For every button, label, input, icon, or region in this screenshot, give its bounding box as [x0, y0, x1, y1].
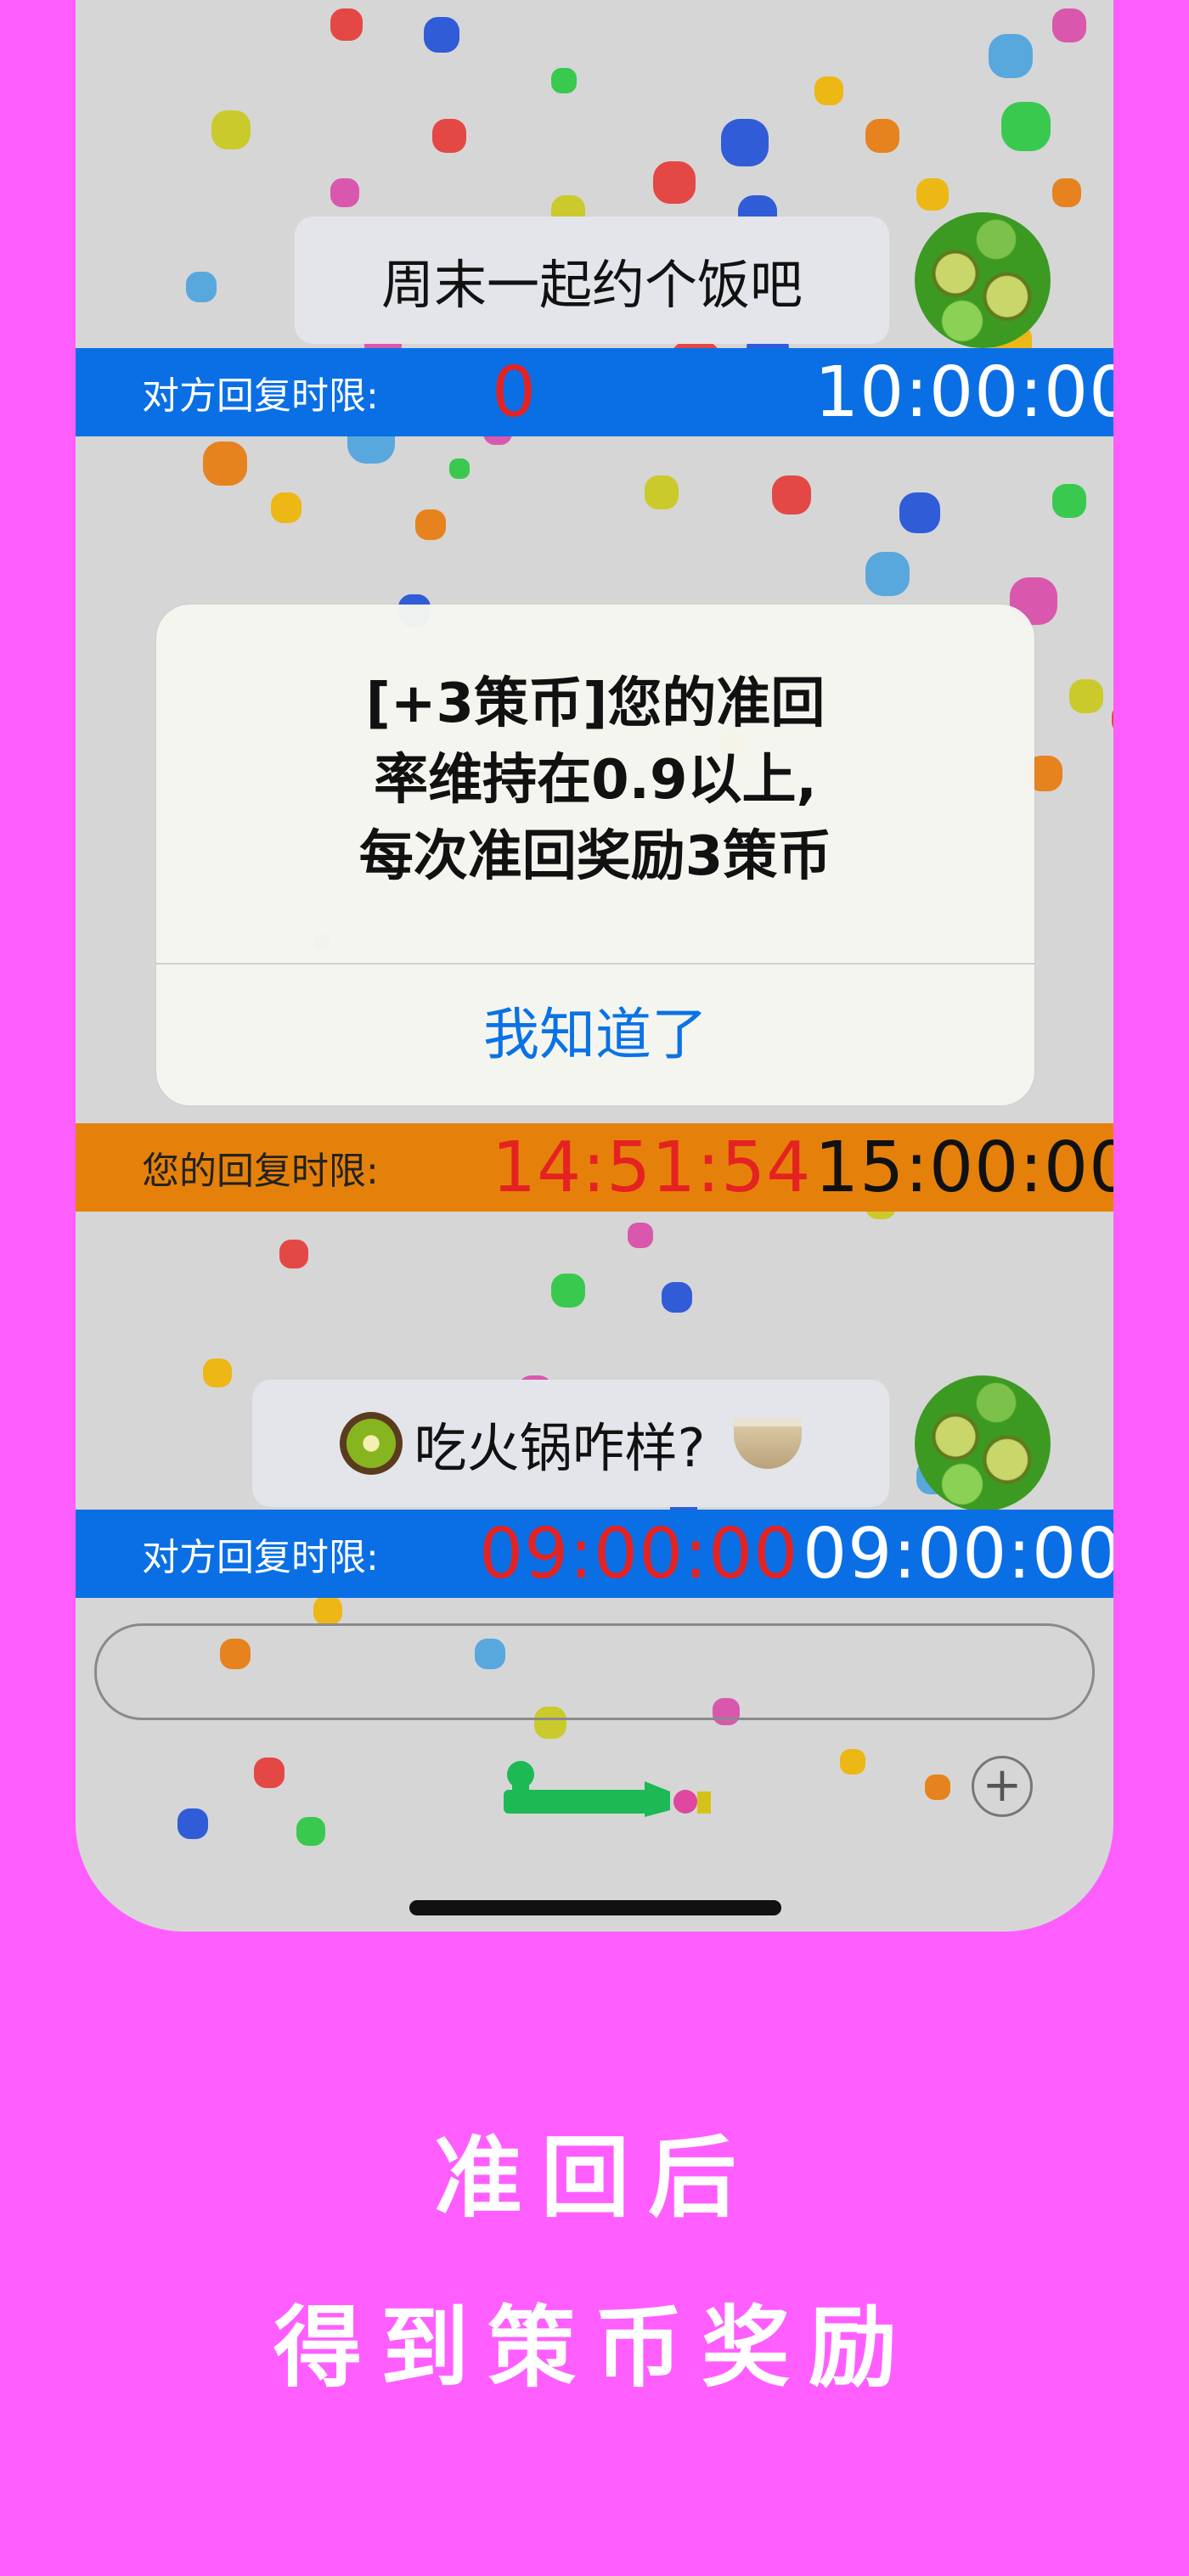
- confetti-piece: [1112, 705, 1113, 734]
- reply-deadline-bar: 对方回复时限: 0 10:00:00: [76, 348, 1113, 436]
- confetti-piece: [865, 552, 910, 596]
- avatar[interactable]: [915, 212, 1051, 348]
- confetti-piece: [1052, 484, 1086, 518]
- deadline-time: 09:00:00: [803, 1513, 1113, 1595]
- confetti-piece: [653, 161, 696, 204]
- confetti-piece: [313, 1596, 342, 1625]
- confetti-piece: [432, 119, 466, 153]
- confetti-piece: [1052, 8, 1086, 42]
- chat-bubble[interactable]: 周末一起约个饭吧: [295, 217, 889, 344]
- hotpot-icon: [734, 1418, 803, 1469]
- confetti-piece: [203, 1358, 232, 1387]
- countdown-timer: 0: [492, 352, 538, 433]
- deadline-time: 15:00:00: [814, 1127, 1113, 1208]
- confetti-piece: [1069, 679, 1103, 713]
- confetti-piece: [721, 119, 769, 166]
- confetti-piece: [279, 1240, 308, 1268]
- confetti-piece: [925, 1775, 950, 1800]
- deadline-label: 您的回复时限:: [142, 1150, 379, 1193]
- kiwi-icon: [339, 1412, 403, 1475]
- confetti-piece: [254, 1758, 285, 1788]
- confetti-piece: [645, 475, 679, 509]
- countdown-timer: 09:00:00: [479, 1513, 799, 1595]
- plus-circle-icon[interactable]: +: [972, 1756, 1033, 1817]
- message-text: 周末一起约个饭吧: [380, 254, 803, 316]
- confetti-piece: [840, 1749, 865, 1775]
- promo-caption-line2: 得到策币奖励: [273, 2296, 916, 2399]
- reply-deadline-bar: 对方回复时限: 09:00:00 09:00:00: [76, 1510, 1113, 1598]
- confetti-piece: [424, 17, 459, 53]
- confetti-piece: [330, 8, 363, 41]
- confetti-piece: [628, 1223, 653, 1248]
- home-indicator: [409, 1900, 781, 1915]
- deadline-label: 对方回复时限:: [142, 374, 379, 418]
- confetti-piece: [814, 76, 843, 105]
- confetti-piece: [186, 272, 217, 302]
- confetti-piece: [1001, 102, 1051, 151]
- confetti-piece: [271, 492, 301, 523]
- avatar[interactable]: [915, 1375, 1051, 1511]
- confetti-piece: [916, 178, 949, 211]
- chat-bubble[interactable]: 吃火锅咋样?: [252, 1380, 889, 1507]
- confetti-piece: [211, 110, 251, 149]
- confetti-piece: [899, 492, 940, 533]
- alert-line: 每次准回奖励3策币: [358, 825, 832, 888]
- confetti-piece: [551, 1274, 585, 1308]
- confetti-piece: [662, 1282, 692, 1313]
- message-text: 吃火锅咋样?: [414, 1417, 706, 1479]
- deadline-time: 10:00:00: [814, 352, 1113, 433]
- reward-alert-dialog: [+3策币]您的准回 率维持在0.9以上, 每次准回奖励3策币 我知道了: [156, 605, 1034, 1105]
- sword-icon[interactable]: [500, 1758, 713, 1817]
- message-input[interactable]: [94, 1623, 1095, 1720]
- confetti-piece: [865, 119, 899, 153]
- confetti-piece: [772, 475, 811, 515]
- confetti-piece: [449, 458, 470, 479]
- confetti-piece: [296, 1817, 325, 1846]
- confetti-piece: [415, 509, 446, 540]
- your-reply-deadline-bar: 您的回复时限: 14:51:54 15:00:00: [76, 1123, 1113, 1212]
- alert-line: [+3策币]您的准回: [365, 672, 826, 735]
- alert-line: 率维持在0.9以上,: [374, 749, 817, 812]
- promo-caption-line1: 准回后: [433, 2126, 755, 2230]
- confetti-piece: [989, 34, 1033, 78]
- countdown-timer: 14:51:54: [492, 1127, 812, 1208]
- confetti-piece: [330, 178, 359, 207]
- plus-glyph: +: [982, 1758, 1023, 1813]
- confetti-piece: [203, 442, 247, 486]
- deadline-label: 对方回复时限:: [142, 1536, 379, 1579]
- confetti-piece: [551, 68, 577, 93]
- alert-message: [+3策币]您的准回 率维持在0.9以上, 每次准回奖励3策币: [156, 666, 1034, 895]
- acknowledge-button[interactable]: 我知道了: [156, 965, 1034, 1105]
- confetti-piece: [178, 1808, 208, 1839]
- confetti-piece: [1052, 178, 1081, 207]
